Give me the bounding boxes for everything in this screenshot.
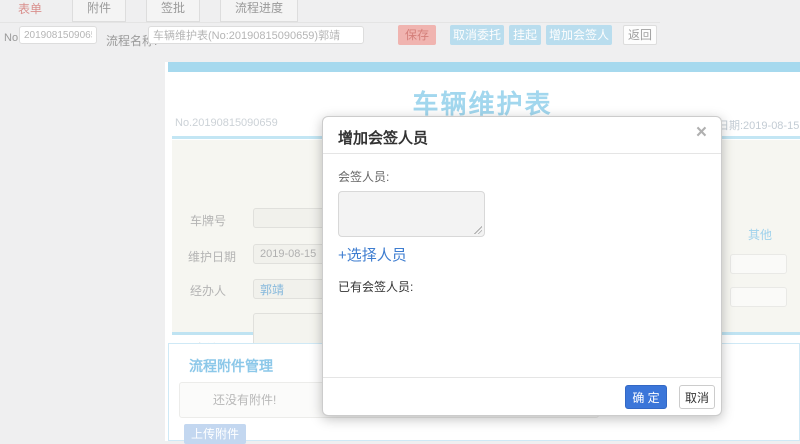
existing-countersigners-label: 已有会签人员: xyxy=(338,280,414,294)
modal-body: 会签人员: +选择人员 已有会签人员: xyxy=(323,154,721,295)
save-button[interactable]: 保存 xyxy=(398,25,436,45)
close-icon[interactable]: × xyxy=(696,123,707,142)
side-input-2[interactable] xyxy=(730,287,787,307)
accent-bar xyxy=(168,62,800,72)
back-button[interactable]: 返回 xyxy=(623,25,657,45)
process-name-input[interactable] xyxy=(148,26,364,44)
attachments-title: 流程附件管理 xyxy=(189,358,273,374)
maintenance-date-label: 维护日期 xyxy=(188,250,237,264)
modal-header: 增加会签人员 × xyxy=(323,117,721,154)
add-countersigner-modal: 增加会签人员 × 会签人员: +选择人员 已有会签人员: 确 定 取消 xyxy=(322,116,722,416)
no-input[interactable] xyxy=(19,26,97,44)
suspend-button[interactable]: 挂起 xyxy=(509,25,541,45)
countersigner-label: 会签人员: xyxy=(338,170,390,184)
countersigner-textarea[interactable] xyxy=(338,191,485,237)
tab-attachments[interactable]: 附件 xyxy=(72,0,127,22)
side-input-1[interactable] xyxy=(730,254,787,274)
form-no: No.20190815090659 xyxy=(175,117,278,129)
cancel-button[interactable]: 取消 xyxy=(679,385,715,409)
add-countersigner-button[interactable]: 增加会签人 xyxy=(546,25,612,45)
tab-bar: 表单 附件 签批 流程进度 xyxy=(0,0,660,23)
modal-footer: 确 定 取消 xyxy=(323,377,721,415)
tab-process-progress[interactable]: 流程进度 xyxy=(220,0,299,22)
confirm-button[interactable]: 确 定 xyxy=(625,385,667,409)
form-date: 日期:2019-08-15 xyxy=(718,120,800,132)
tab-approval[interactable]: 签批 xyxy=(146,0,201,22)
modal-title: 增加会签人员 xyxy=(338,130,429,147)
cancel-delegation-button[interactable]: 取消委托 xyxy=(450,25,504,45)
other-label: 其他 xyxy=(748,228,773,242)
countersigner-textarea-wrap xyxy=(338,191,485,237)
plate-number-label: 车牌号 xyxy=(190,214,227,228)
handler-label: 经办人 xyxy=(190,284,227,298)
upload-attachment-button[interactable]: 上传附件 xyxy=(184,424,246,444)
tab-form[interactable]: 表单 xyxy=(8,0,52,22)
select-personnel-link[interactable]: +选择人员 xyxy=(338,244,407,265)
toolbar: No: 流程名称: 保存 取消委托 挂起 增加会签人 返回 xyxy=(0,23,800,55)
